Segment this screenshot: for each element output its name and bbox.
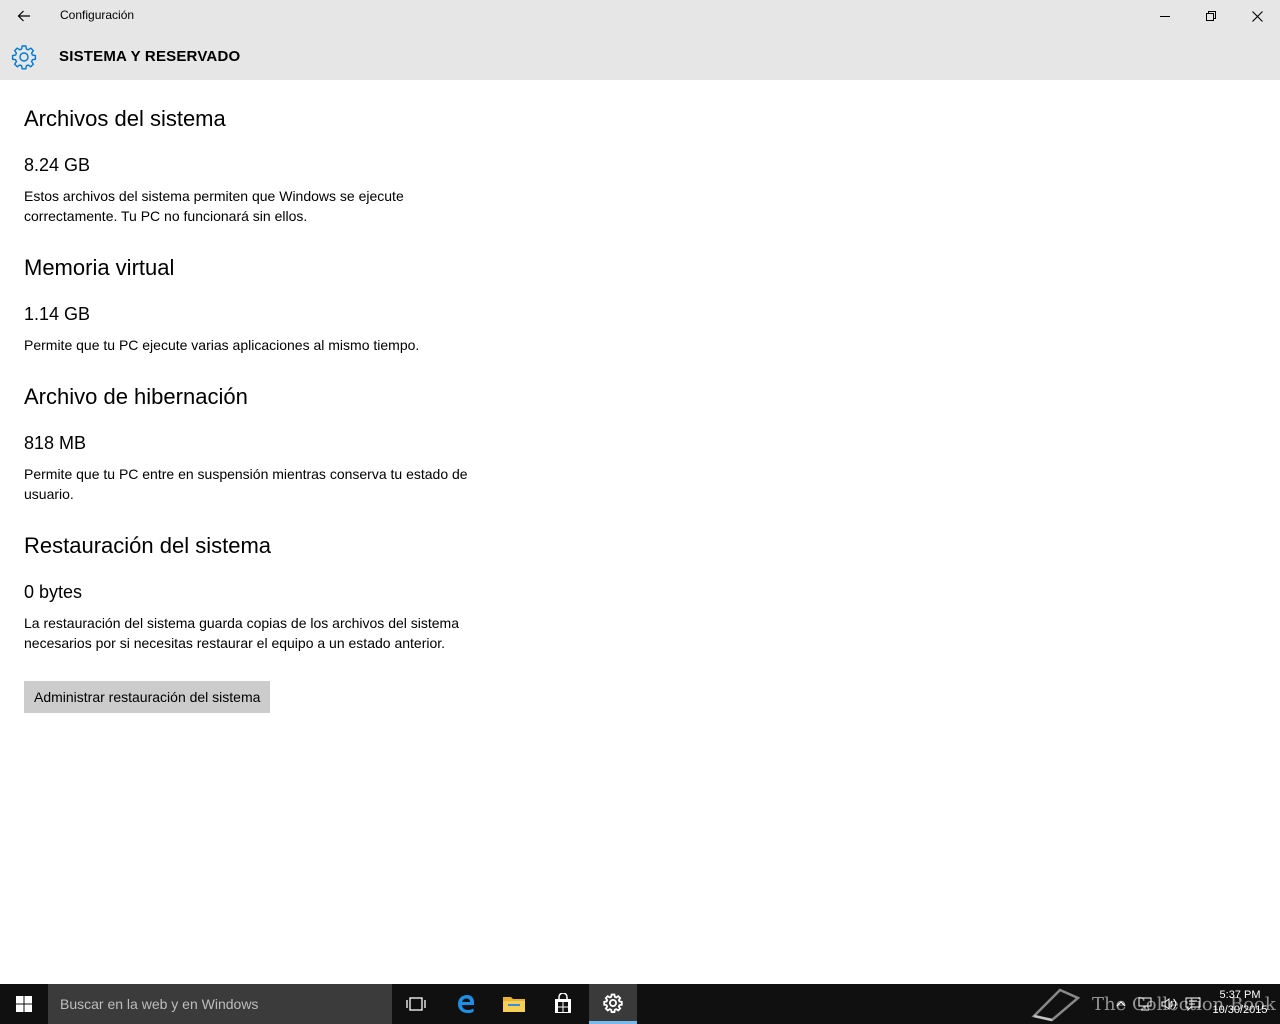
section-desc-virtual-memory: Permite que tu PC ejecute varias aplicac… (24, 337, 420, 353)
section-size-system-restore: 0 bytes (24, 582, 83, 602)
arrow-left-icon (17, 10, 30, 22)
minimize-icon (1160, 16, 1170, 17)
minimize-button[interactable] (1142, 0, 1188, 32)
restore-button[interactable] (1188, 0, 1234, 32)
edge-button[interactable] (442, 984, 490, 1024)
page-title: SISTEMA Y RESERVADO (59, 48, 241, 65)
network-icon (1138, 997, 1152, 1011)
section-desc-system-restore: La restauración del sistema guarda copia… (24, 615, 460, 651)
restore-icon (1206, 11, 1216, 21)
task-view-button[interactable] (392, 984, 440, 1024)
search-placeholder: Buscar en la web y en Windows (60, 996, 259, 1012)
network-button[interactable] (1134, 984, 1156, 1024)
manage-system-restore-button[interactable]: Administrar restauración del sistema (24, 681, 271, 713)
book-icon (1031, 988, 1081, 1022)
settings-icon (603, 993, 623, 1013)
file-explorer-icon (503, 997, 525, 1012)
section-title-hibernation: Archivo de hibernación (24, 384, 248, 409)
task-view-icon (406, 997, 426, 1011)
windows-start-icon (16, 996, 32, 1012)
back-button[interactable] (0, 0, 48, 32)
clock-date: 10/30/2015 (1212, 1004, 1268, 1016)
section-size-virtual-memory: 1.14 GB (24, 304, 91, 324)
search-box[interactable]: Buscar en la web y en Windows (48, 984, 392, 1024)
store-button[interactable] (539, 984, 587, 1024)
section-title-system-files: Archivos del sistema (24, 106, 226, 131)
action-center-icon (1185, 997, 1201, 1011)
section-title-system-restore: Restauración del sistema (24, 533, 272, 558)
action-center-button[interactable] (1182, 984, 1204, 1024)
section-desc-system-files: Estos archivos del sistema permiten que … (24, 188, 404, 224)
chevron-up-icon (1116, 1001, 1126, 1007)
close-icon (1251, 10, 1263, 22)
start-button[interactable] (0, 984, 48, 1024)
title-bar: Configuración (0, 0, 1280, 32)
section-size-hibernation: 818 MB (24, 433, 87, 453)
section-title-virtual-memory: Memoria virtual (24, 255, 175, 280)
file-explorer-button[interactable] (490, 984, 538, 1024)
settings-taskbar-button[interactable] (589, 984, 637, 1024)
volume-button[interactable] (1158, 984, 1180, 1024)
close-button[interactable] (1234, 0, 1280, 32)
edge-icon (458, 995, 474, 1013)
store-icon (555, 993, 571, 1013)
section-size-system-files: 8.24 GB (24, 155, 91, 175)
clock[interactable]: 5:37 PM 10/30/2015 (1205, 988, 1275, 1018)
section-desc-hibernation: Permite que tu PC entre en suspensión mi… (24, 466, 468, 502)
taskbar: Buscar en la web y en Windows The Collec… (0, 984, 1280, 1024)
clock-time: 5:37 PM (1219, 989, 1261, 1001)
app-title: Configuración (60, 8, 135, 22)
gear-icon (11, 45, 37, 70)
volume-icon (1161, 998, 1177, 1010)
tray-overflow-button[interactable] (1112, 984, 1130, 1024)
settings-header: SISTEMA Y RESERVADO (0, 32, 1280, 80)
